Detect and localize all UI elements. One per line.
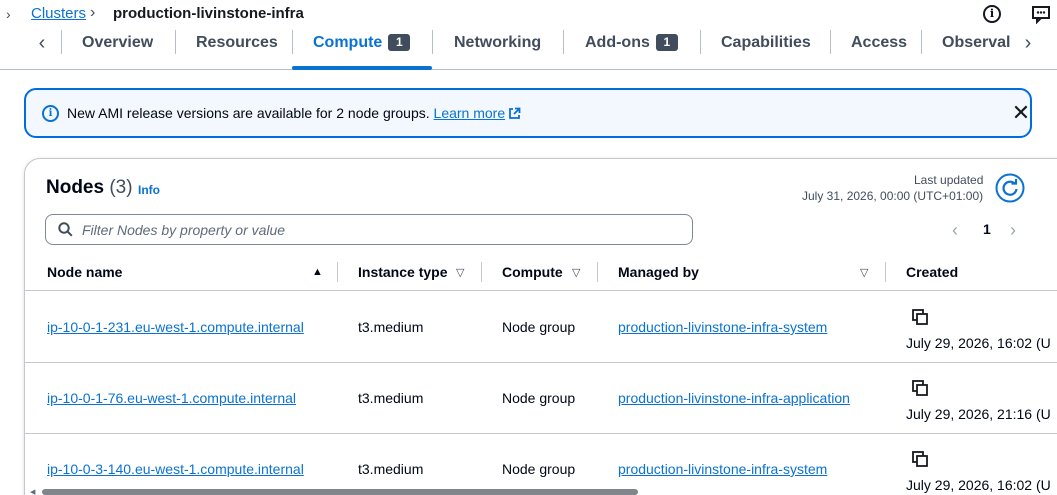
tab-label: Compute <box>313 34 383 51</box>
copy-icon[interactable] <box>912 380 928 396</box>
tab-label: Resources <box>196 34 278 51</box>
copy-icon[interactable] <box>912 451 928 467</box>
breadcrumb-separator-icon: › <box>90 4 96 21</box>
instance-type: t3.medium <box>358 319 424 335</box>
last-updated-label: Last updated <box>914 173 984 187</box>
row-divider <box>25 433 1057 434</box>
tab-badge: 1 <box>388 34 411 51</box>
copy-icon[interactable] <box>912 309 928 325</box>
info-circle-icon[interactable]: i <box>983 5 1001 23</box>
column-divider[interactable] <box>481 262 482 282</box>
tab-bar: ‹ Overview Resources Compute 1 Networking… <box>0 30 1057 70</box>
page-number[interactable]: 1 <box>983 221 991 237</box>
node-name-link[interactable]: ip-10-0-3-140.eu-west-1.compute.internal <box>47 461 304 477</box>
breadcrumb-current: production-livinstone-infra <box>113 5 304 22</box>
close-icon[interactable]: ✕ <box>1010 102 1032 124</box>
refresh-icon[interactable] <box>995 173 1025 203</box>
column-divider[interactable] <box>337 262 338 282</box>
previous-page-icon[interactable]: ‹ <box>952 220 958 241</box>
created-date: July 29, 2026, 16:02 (U <box>906 477 1051 493</box>
tab-capabilities[interactable]: Capabilities <box>721 30 811 70</box>
header-divider <box>25 290 1057 291</box>
column-header-compute[interactable]: Compute <box>502 264 563 280</box>
nodes-heading: Nodes (3) <box>46 177 133 199</box>
filter-input[interactable] <box>82 215 682 244</box>
ami-release-notification: i New AMI release versions are available… <box>24 88 1032 138</box>
tab-label: Capabilities <box>721 34 811 51</box>
sort-icon[interactable]: ▽ <box>572 266 580 279</box>
notification-message: New AMI release versions are available f… <box>67 105 430 121</box>
feedback-icon[interactable] <box>1031 4 1051 24</box>
tab-access[interactable]: Access <box>851 30 907 70</box>
tab-divider <box>61 30 62 54</box>
tab-label: Networking <box>454 34 542 51</box>
compute-type: Node group <box>502 461 576 477</box>
column-divider[interactable] <box>885 262 886 282</box>
search-icon <box>58 222 73 237</box>
tab-networking[interactable]: Networking <box>454 30 541 70</box>
instance-type: t3.medium <box>358 461 424 477</box>
tab-observability[interactable]: Observal <box>942 30 1012 70</box>
info-icon: i <box>42 105 59 122</box>
tab-compute[interactable]: Compute 1 <box>313 30 411 70</box>
filter-box <box>45 214 693 245</box>
compute-type: Node group <box>502 319 576 335</box>
tab-divider <box>175 30 176 54</box>
chevron-right-icon[interactable]: › <box>6 6 11 22</box>
tab-label: Add-ons <box>585 34 650 51</box>
sort-icon[interactable]: ▽ <box>456 266 464 279</box>
node-name-link[interactable]: ip-10-0-1-76.eu-west-1.compute.internal <box>47 390 296 406</box>
column-header-instance-type[interactable]: Instance type <box>358 264 447 280</box>
column-divider[interactable] <box>597 262 598 282</box>
tabs-scroll-left-icon[interactable]: ‹ <box>30 32 54 56</box>
learn-more-link[interactable]: Learn more <box>434 105 506 121</box>
nodes-count: (3) <box>109 177 133 198</box>
last-updated-value: July 31, 2026, 00:00 (UTC+01:00) <box>802 189 984 203</box>
managed-by-link[interactable]: production-livinstone-infra-system <box>618 319 827 335</box>
tab-divider <box>563 30 564 54</box>
column-header-node-name[interactable]: Node name <box>47 264 122 280</box>
compute-type: Node group <box>502 390 576 406</box>
breadcrumb-clusters-link[interactable]: Clusters <box>31 5 86 22</box>
sort-ascending-icon[interactable]: ▲ <box>312 266 323 278</box>
row-divider <box>25 362 1057 363</box>
active-tab-indicator <box>292 66 432 70</box>
tab-label: Overview <box>82 34 154 51</box>
tab-overview[interactable]: Overview <box>82 30 153 70</box>
info-link[interactable]: Info <box>138 183 160 197</box>
top-bar: › Clusters › production-livinstone-infra… <box>0 0 1057 30</box>
notification-text: New AMI release versions are available f… <box>67 105 521 121</box>
tab-divider <box>921 30 922 54</box>
tab-resources[interactable]: Resources <box>196 30 278 70</box>
tab-divider <box>432 30 433 54</box>
managed-by-link[interactable]: production-livinstone-infra-application <box>618 390 850 406</box>
tab-label: Access <box>851 34 908 51</box>
tab-divider <box>830 30 831 54</box>
tab-add-ons[interactable]: Add-ons 1 <box>585 30 678 70</box>
created-date: July 29, 2026, 16:02 (U <box>906 335 1051 351</box>
horizontal-scrollbar[interactable] <box>42 489 638 495</box>
column-header-created[interactable]: Created <box>906 264 958 280</box>
created-date: July 29, 2026, 21:16 (U <box>906 406 1051 422</box>
tab-divider <box>700 30 701 54</box>
tabs-scroll-right-icon[interactable]: › <box>1016 32 1040 56</box>
sort-icon[interactable]: ▽ <box>860 266 868 279</box>
instance-type: t3.medium <box>358 390 424 406</box>
external-link-icon[interactable] <box>508 107 521 120</box>
tab-divider <box>292 30 293 54</box>
next-page-icon[interactable]: › <box>1010 220 1016 241</box>
node-name-link[interactable]: ip-10-0-1-231.eu-west-1.compute.internal <box>47 319 304 335</box>
tab-label: Observal <box>942 34 1011 51</box>
column-header-managed-by[interactable]: Managed by <box>618 264 699 280</box>
nodes-title: Nodes <box>46 177 105 198</box>
managed-by-link[interactable]: production-livinstone-infra-system <box>618 461 827 477</box>
tab-badge: 1 <box>655 34 678 51</box>
scroll-left-arrow-icon[interactable]: ◀ <box>30 488 35 495</box>
